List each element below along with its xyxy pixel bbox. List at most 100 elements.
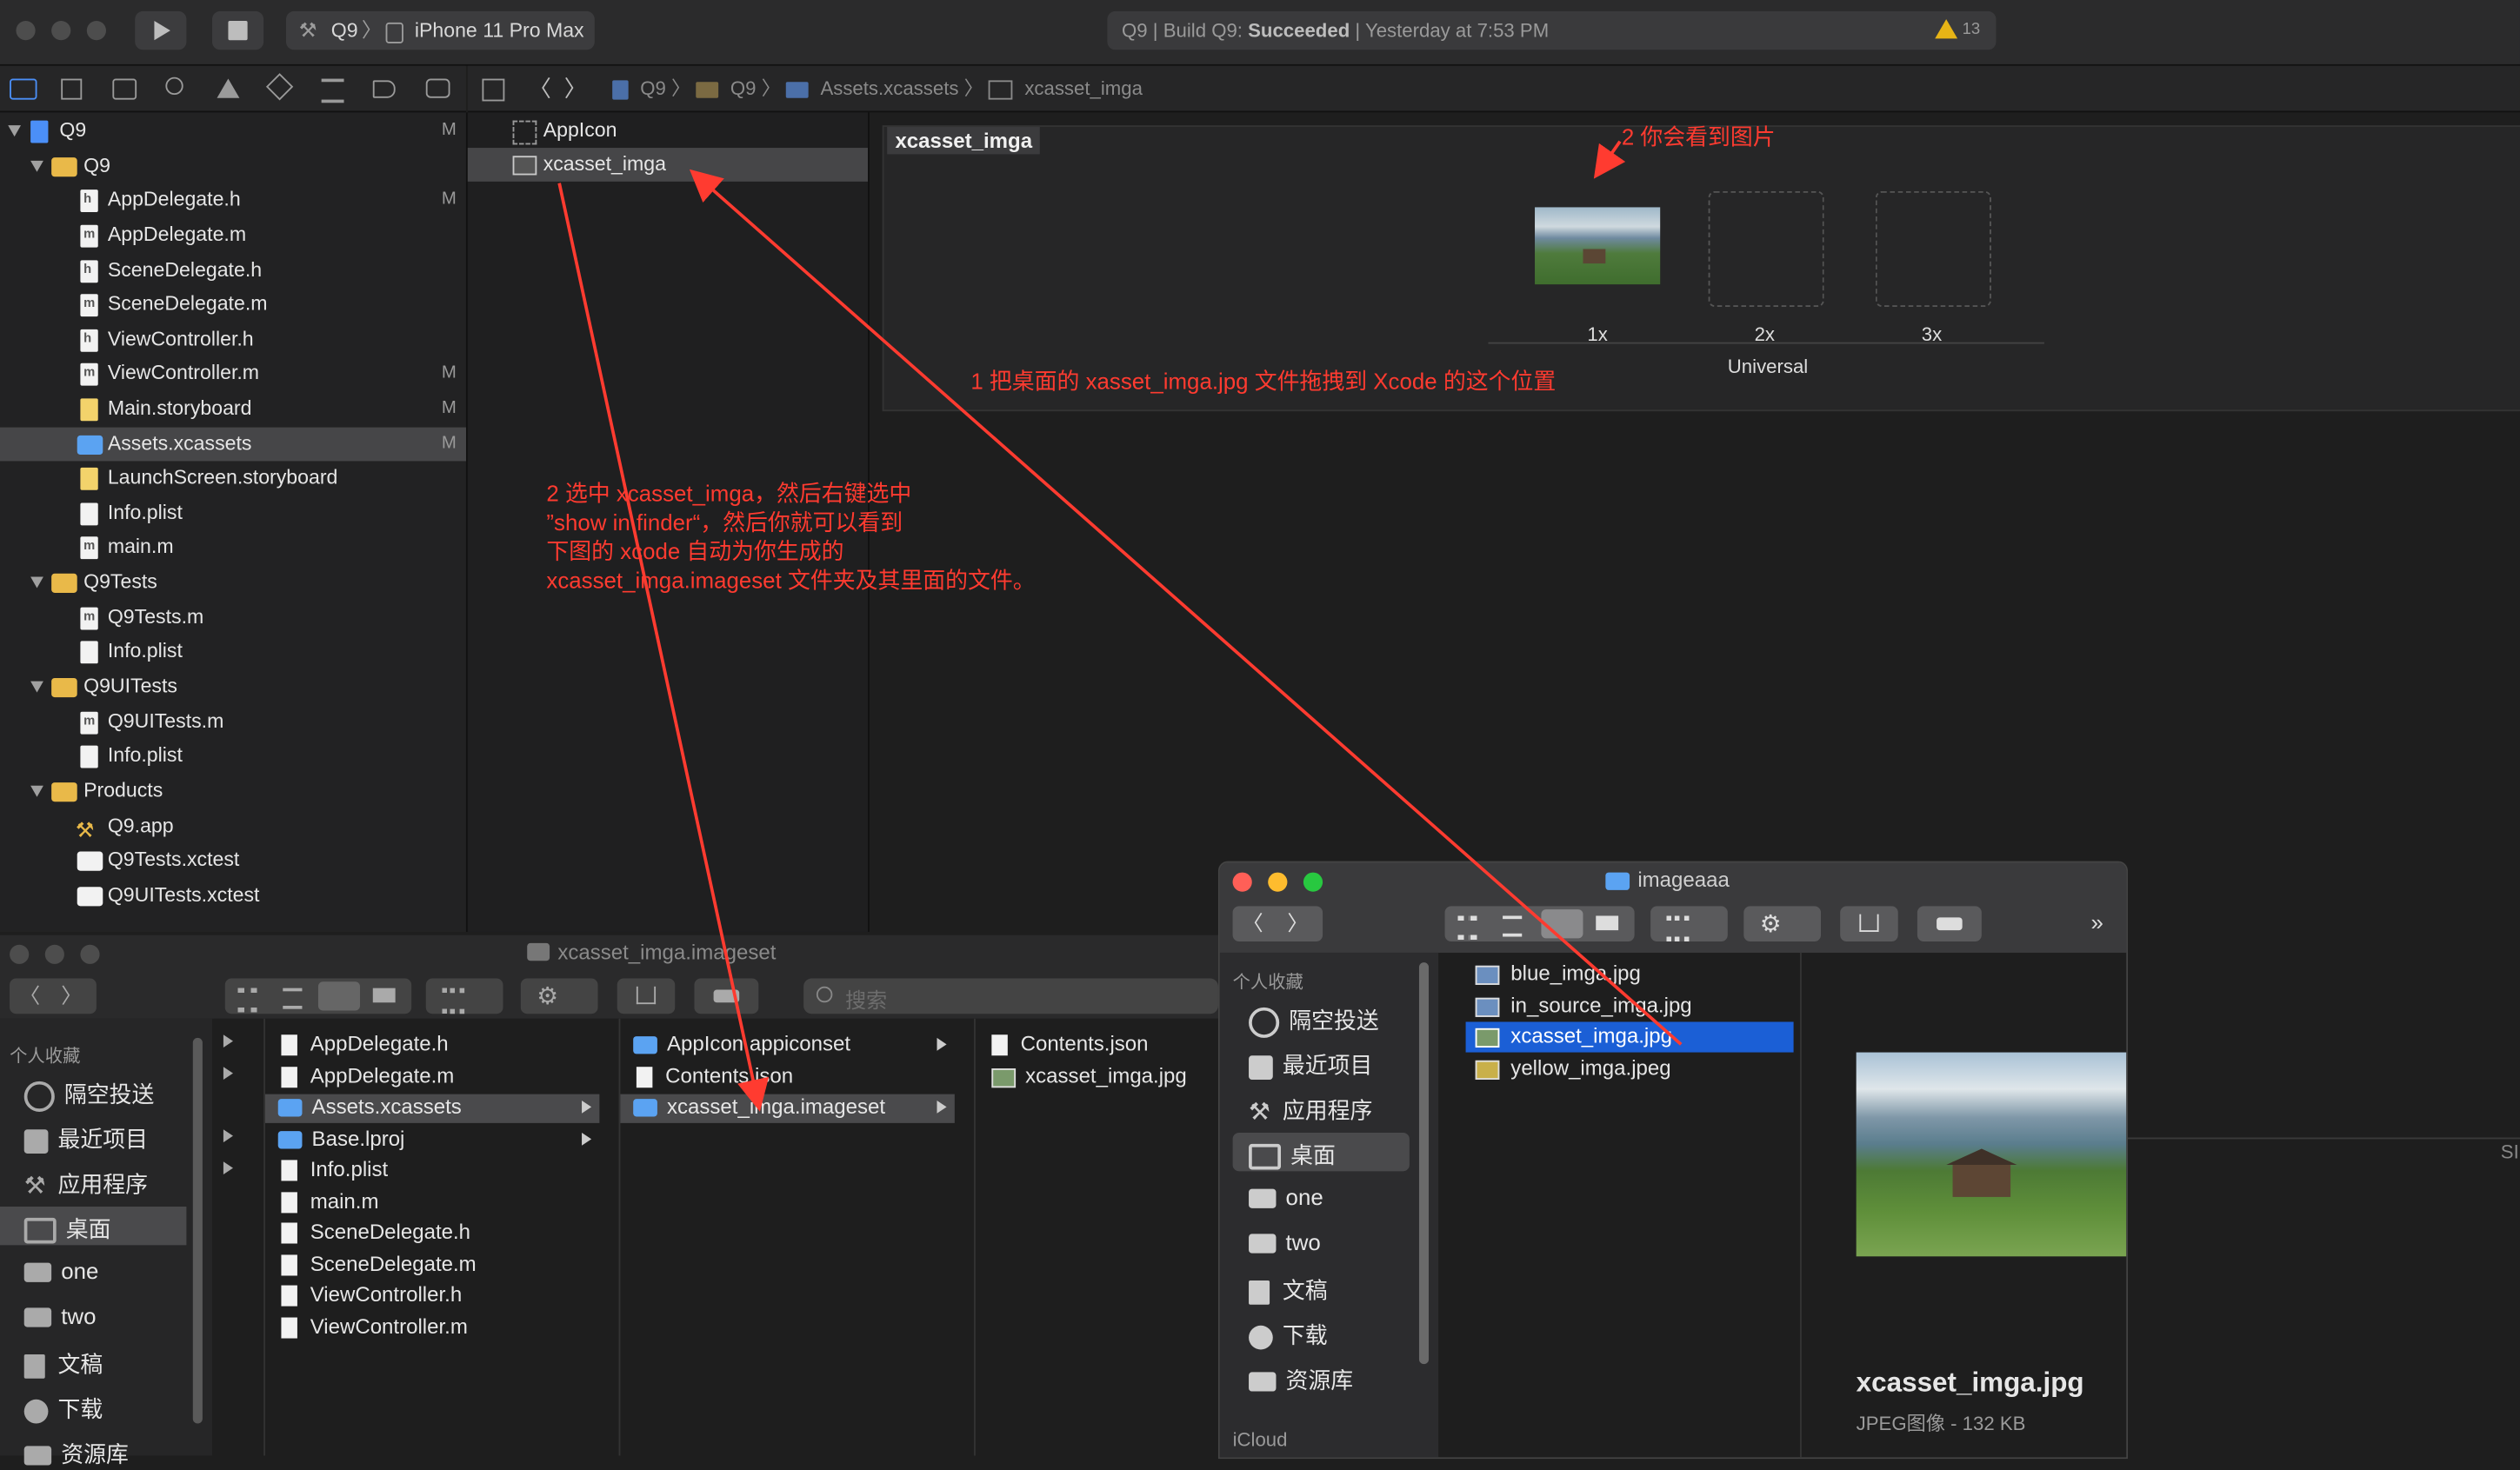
nav-item-group[interactable]: Q9Tests bbox=[0, 566, 466, 600]
search-field[interactable]: 搜索 bbox=[803, 978, 1218, 1014]
breadcrumb-item[interactable]: Assets.xcassets bbox=[820, 77, 958, 100]
nav-item-file[interactable]: Q9Tests.xctest bbox=[0, 843, 466, 877]
nav-item-file[interactable]: h AppDelegate.h M bbox=[0, 183, 466, 217]
finder-item[interactable]: AppDelegate.m bbox=[281, 1064, 454, 1088]
finder-item[interactable]: Contents.json bbox=[991, 1032, 1149, 1056]
nav-item-group[interactable]: Q9 bbox=[0, 150, 466, 183]
nav-item-file[interactable]: m AppDelegate.m bbox=[0, 218, 466, 252]
sidebar-item-two[interactable]: two bbox=[23, 1303, 97, 1328]
nav-item-file[interactable]: Q9UITests.xctest bbox=[0, 879, 466, 913]
test-navigator-icon[interactable] bbox=[265, 73, 294, 101]
group-button[interactable] bbox=[1650, 906, 1728, 942]
nav-item-file[interactable]: Info.plist bbox=[0, 496, 466, 530]
back-arrow-icon[interactable]: 〈 bbox=[19, 979, 40, 1014]
back-forward-buttons[interactable]: 〈 〉 bbox=[10, 978, 97, 1014]
nav-item-file[interactable]: m Q9Tests.m bbox=[0, 601, 466, 635]
sidebar-item-applications[interactable]: ⚒ 应用程序 bbox=[1249, 1094, 1372, 1127]
view-mode-buttons[interactable] bbox=[1444, 906, 1635, 942]
finder-item-selected[interactable]: xcasset_imga.imageset bbox=[633, 1094, 885, 1118]
nav-item-file[interactable]: m ViewController.m M bbox=[0, 356, 466, 390]
finder-item[interactable]: ViewController.m bbox=[281, 1314, 468, 1339]
folder-navigator-icon[interactable] bbox=[10, 78, 37, 100]
finder-item[interactable]: in_source_imga.jpg bbox=[1475, 993, 1692, 1017]
issue-navigator-icon[interactable] bbox=[217, 78, 240, 98]
image-slot-2x[interactable] bbox=[1708, 190, 1824, 308]
window-close-button[interactable] bbox=[10, 944, 30, 964]
back-arrow-icon[interactable]: 〈 bbox=[529, 66, 551, 111]
finder-item[interactable]: SceneDelegate.h bbox=[281, 1220, 470, 1244]
nav-item-file[interactable]: h ViewController.h bbox=[0, 323, 466, 356]
breadcrumb-item[interactable]: Q9 bbox=[640, 77, 666, 100]
breakpoint-navigator-icon[interactable] bbox=[372, 80, 396, 98]
finder-item[interactable]: yellow_imga.jpeg bbox=[1475, 1055, 1671, 1080]
group-button[interactable] bbox=[425, 978, 503, 1014]
gallery-view-icon[interactable] bbox=[1596, 915, 1619, 931]
nav-item-file[interactable]: Main.storyboard M bbox=[0, 392, 466, 426]
nav-item-group[interactable]: Q9UITests bbox=[0, 670, 466, 704]
sidebar-item-desktop[interactable]: 桌面 bbox=[1249, 1139, 1336, 1171]
nav-item-project[interactable]: Q9 M bbox=[0, 114, 466, 148]
finder-item-selected[interactable]: xcasset_imga.jpg bbox=[1475, 1023, 1672, 1048]
sidebar-item-library[interactable]: 资源库 bbox=[23, 1438, 129, 1470]
disclosure-arrow-icon[interactable] bbox=[223, 1161, 233, 1175]
finder-item[interactable]: Info.plist bbox=[281, 1157, 388, 1181]
nav-item-file[interactable]: h SceneDelegate.h bbox=[0, 254, 466, 288]
window-zoom-button[interactable] bbox=[1303, 872, 1323, 892]
nav-item-file-selected[interactable]: Assets.xcassets M bbox=[0, 427, 466, 462]
sidebar-item-desktop[interactable]: 桌面 bbox=[23, 1213, 111, 1245]
finder-item[interactable]: SceneDelegate.m bbox=[281, 1252, 477, 1276]
share-button[interactable] bbox=[617, 978, 676, 1014]
finder-item[interactable]: AppDelegate.h bbox=[281, 1032, 449, 1056]
sidebar-item-applications[interactable]: ⚒ 应用程序 bbox=[24, 1168, 148, 1201]
disclosure-arrow-icon[interactable] bbox=[223, 1129, 233, 1143]
image-slot-3x[interactable] bbox=[1875, 190, 1991, 308]
nav-item-file[interactable]: Info.plist bbox=[0, 635, 466, 668]
back-forward-buttons[interactable]: 〈 〉 bbox=[1232, 906, 1323, 942]
finder-item[interactable]: AppIcon.appiconset bbox=[633, 1032, 850, 1055]
forward-arrow-icon[interactable]: 〉 bbox=[564, 66, 587, 111]
window-minimize-button[interactable] bbox=[1268, 872, 1288, 892]
finder-item[interactable]: main.m bbox=[281, 1189, 378, 1214]
find-navigator-icon[interactable] bbox=[165, 76, 183, 96]
nav-item-file[interactable]: m SceneDelegate.m bbox=[0, 288, 466, 322]
list-view-icon[interactable] bbox=[1503, 915, 1523, 937]
icon-view-icon[interactable] bbox=[237, 988, 257, 1013]
disclosure-arrow-icon[interactable] bbox=[223, 1034, 233, 1048]
column-view-icon[interactable] bbox=[1541, 909, 1583, 939]
sidebar-item-downloads[interactable]: 下载 bbox=[23, 1393, 103, 1425]
nav-item-file[interactable]: m main.m bbox=[0, 530, 466, 564]
finder-item-selected[interactable]: Assets.xcassets bbox=[277, 1094, 462, 1118]
nav-item-file[interactable]: LaunchScreen.storyboard bbox=[0, 461, 466, 495]
sidebar-item-library[interactable]: 资源库 bbox=[1249, 1364, 1353, 1396]
finder-item[interactable]: ViewController.h bbox=[281, 1282, 462, 1307]
asset-item-xcasset-imga[interactable]: xcasset_imga bbox=[467, 148, 869, 182]
run-button[interactable] bbox=[135, 10, 187, 50]
sidebar-item-documents[interactable]: 文稿 bbox=[23, 1348, 103, 1380]
debug-navigator-icon[interactable] bbox=[321, 78, 344, 103]
scheme-selector[interactable]: ⚒ Q9 〉 iPhone 11 Pro Max bbox=[285, 10, 595, 50]
sidebar-item-recents[interactable]: 最近项目 bbox=[23, 1123, 148, 1155]
sidebar-item-recents[interactable]: 最近项目 bbox=[1249, 1049, 1372, 1081]
symbol-navigator-icon[interactable] bbox=[112, 78, 137, 100]
finder-item[interactable]: Base.lproj bbox=[277, 1127, 404, 1150]
asset-item-appicon[interactable]: AppIcon bbox=[468, 114, 868, 148]
sidebar-item-documents[interactable]: 文稿 bbox=[1249, 1274, 1328, 1307]
tags-button[interactable] bbox=[694, 978, 759, 1014]
gallery-view-icon[interactable] bbox=[372, 988, 396, 1003]
sidebar-item-one[interactable]: one bbox=[1249, 1184, 1323, 1210]
sidebar-item-one[interactable]: one bbox=[23, 1258, 98, 1284]
window-zoom-button[interactable] bbox=[86, 21, 106, 41]
nav-item-file[interactable]: Info.plist bbox=[0, 739, 466, 773]
finder-item[interactable]: xcasset_imga.jpg bbox=[991, 1064, 1187, 1088]
report-navigator-icon[interactable] bbox=[425, 78, 450, 98]
forward-arrow-icon[interactable]: 〉 bbox=[1287, 906, 1308, 941]
finder-item[interactable]: blue_imga.jpg bbox=[1475, 961, 1641, 985]
action-button[interactable]: ⚙ bbox=[1743, 906, 1822, 942]
sidebar-scrollbar[interactable] bbox=[1418, 962, 1430, 1365]
sidebar-item-downloads[interactable]: 下载 bbox=[1249, 1319, 1328, 1351]
window-close-button[interactable] bbox=[1232, 872, 1252, 892]
sidebar-item-airdrop[interactable]: 隔空投送 bbox=[23, 1078, 154, 1112]
disclosure-arrow-icon[interactable] bbox=[223, 1067, 233, 1080]
list-view-icon[interactable] bbox=[283, 988, 303, 1009]
sidebar-item-airdrop[interactable]: 隔空投送 bbox=[1249, 1004, 1379, 1038]
